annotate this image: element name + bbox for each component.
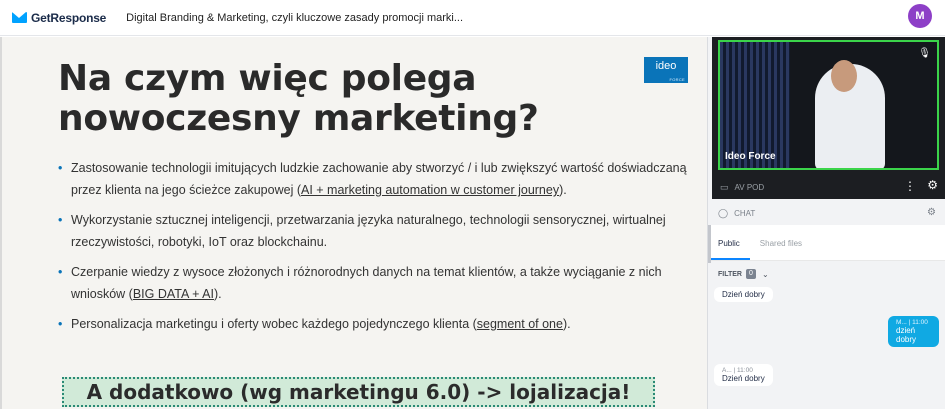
message-text: Dzień dobry	[722, 290, 765, 299]
tab-shared-files[interactable]: Shared files	[750, 239, 812, 260]
chat-filter[interactable]: FILTER 0 ⌄	[708, 263, 945, 285]
user-avatar[interactable]: M	[908, 4, 932, 28]
brand-sub: FORCE	[669, 77, 685, 82]
video-tile[interactable]: 🎙 Ideo Force ▭ AV POD ⋮ ⚙	[712, 37, 945, 199]
slide-banner: A dodatkowo (wg marketingu 6.0) -> lojal…	[62, 377, 655, 407]
bullet-item: Wykorzystanie sztucznej inteligencji, pr…	[58, 209, 688, 253]
bullet-tail: ).	[562, 317, 571, 331]
bullet-item: Czerpanie wiedzy z wysoce złożonych i ró…	[58, 261, 688, 305]
chat-tabs: Public Shared files	[708, 225, 945, 261]
chat-message: Dzień dobry	[714, 287, 773, 302]
brand-text: ideo	[655, 60, 677, 72]
bullet-text: Personalizacja marketingu i oferty wobec…	[71, 317, 477, 331]
scrollbar[interactable]	[708, 225, 711, 265]
message-text: dzień dobry	[896, 326, 917, 344]
tab-public[interactable]: Public	[708, 239, 750, 260]
chat-icon: ◯	[718, 207, 729, 218]
message-meta: M... | 11:00	[896, 319, 928, 326]
led-panel	[720, 42, 790, 168]
message-text: Dzień dobry	[722, 374, 765, 383]
bullet-item: Zastosowanie technologii imitujących lud…	[58, 157, 688, 201]
bullet-highlight: segment of one	[476, 317, 563, 331]
mic-icon: 🎙	[918, 48, 931, 59]
chat-label: CHAT	[734, 208, 756, 218]
slide-title: Na czym więc polega nowoczesny marketing…	[58, 58, 539, 139]
bullet-text: Wykorzystanie sztucznej inteligencji, pr…	[71, 213, 666, 249]
chat-message: A... | 11:00 Dzień dobry	[714, 364, 773, 386]
gear-icon[interactable]: ⚙	[927, 207, 936, 218]
chevron-down-icon[interactable]: ⌄	[762, 270, 769, 279]
bullet-item: Personalizacja marketingu i oferty wobec…	[58, 313, 688, 335]
logo-text: GetResponse	[31, 10, 107, 25]
chat-messages: Dzień dobry M... | 11:00 dzień dobry A..…	[708, 286, 945, 409]
chat-header: ◯ CHAT ⚙	[708, 201, 945, 225]
getresponse-logo[interactable]: GetResponse	[12, 11, 106, 25]
speaker-video: 🎙 Ideo Force	[718, 40, 939, 170]
presentation-slide: Na czym więc polega nowoczesny marketing…	[0, 37, 707, 409]
slide-bullets: Zastosowanie technologii imitujących lud…	[58, 157, 688, 343]
speaker-name: Ideo Force	[725, 151, 776, 162]
bullet-tail: ).	[559, 183, 567, 197]
video-bar: ▭ AV POD ⋮ ⚙	[712, 175, 945, 199]
message-meta: A... | 11:00	[722, 367, 753, 374]
getresponse-logo-icon	[12, 12, 27, 23]
camera-icon[interactable]: ▭	[720, 182, 729, 193]
chat-message: M... | 11:00 dzień dobry	[888, 316, 939, 347]
bullet-highlight: AI + marketing automation w customer jou…	[300, 183, 560, 197]
side-panel: 🎙 Ideo Force ▭ AV POD ⋮ ⚙ ◯ CHAT ⚙ Publi…	[707, 37, 945, 409]
av-label: AV POD	[734, 182, 765, 192]
top-bar: GetResponse Digital Branding & Marketing…	[0, 0, 945, 36]
bullet-tail: ).	[214, 287, 222, 301]
filter-count: 0	[745, 269, 756, 279]
webinar-title: Digital Branding & Marketing, czyli kluc…	[126, 11, 463, 24]
gear-icon[interactable]: ⚙	[927, 178, 938, 192]
speaker-head	[831, 60, 857, 92]
ideo-force-logo: ideo FORCE	[644, 57, 688, 83]
bullet-highlight: BIG DATA + AI	[132, 287, 214, 301]
kebab-menu-icon[interactable]: ⋮	[904, 179, 916, 193]
filter-label: FILTER	[718, 270, 742, 278]
